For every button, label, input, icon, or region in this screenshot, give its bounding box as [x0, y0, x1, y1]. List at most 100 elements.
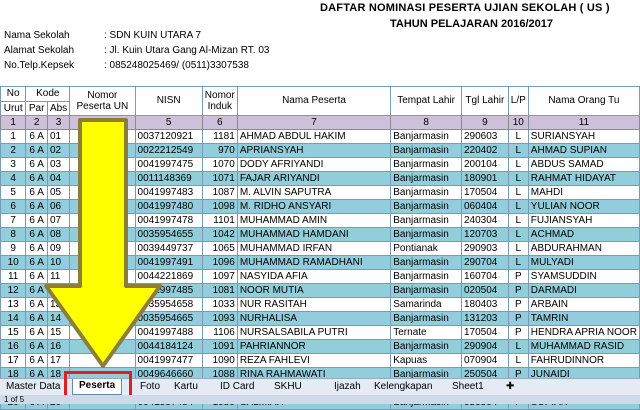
table-cell-ortu[interactable]: YULIAN NOOR [527, 199, 640, 214]
table-cell-ortu[interactable]: ACHMAD [527, 227, 640, 242]
col-header-nomor-induk[interactable]: Nomor Induk [201, 86, 238, 116]
table-cell-no[interactable]: 15 [0, 325, 27, 340]
column-number-cell[interactable]: 1 [0, 115, 27, 130]
table-cell-nama[interactable]: MUHAMMAD RAMADHANI [236, 255, 392, 270]
sheet-tab-kartu[interactable]: Kartu [168, 380, 204, 394]
table-cell-ortu[interactable]: ABDURAHMAN [527, 241, 640, 256]
table-cell-nama[interactable]: NASYIDA AFIA [236, 269, 392, 284]
table-cell-induk[interactable]: 1070 [201, 157, 238, 172]
table-cell-induk[interactable]: 1081 [201, 283, 238, 298]
table-cell-tempat[interactable]: Banjarmasin [390, 339, 462, 354]
table-cell-induk[interactable]: 1042 [201, 227, 238, 242]
sheet-tab-master-data[interactable]: Master Data [0, 380, 66, 394]
table-cell-nama[interactable]: APRIANSYAH [236, 143, 392, 158]
column-number-cell[interactable]: 6 [201, 115, 238, 130]
table-cell-tgl[interactable]: 290904 [460, 339, 509, 354]
table-cell-nama[interactable]: AHMAD ABDUL HAKIM [236, 129, 392, 144]
table-cell-tempat[interactable]: Banjarmasin [390, 185, 462, 200]
table-cell-ortu[interactable]: HENDRA APRIA NOOR [527, 325, 640, 340]
table-cell-no[interactable]: 4 [0, 171, 27, 186]
col-header-lp[interactable]: L/P [507, 86, 529, 116]
table-cell-induk[interactable]: 1071 [201, 171, 238, 186]
col-header-tgl[interactable]: Tgl Lahir [460, 86, 509, 116]
table-cell-induk[interactable]: 1091 [201, 339, 238, 354]
table-cell-induk[interactable]: 1097 [201, 269, 238, 284]
table-cell-tgl[interactable]: 290903 [460, 241, 509, 256]
table-cell-no[interactable]: 17 [0, 353, 27, 368]
table-cell-tempat[interactable]: Banjarmasin [390, 157, 462, 172]
table-cell-no[interactable]: 10 [0, 255, 27, 270]
table-cell-induk[interactable]: 1093 [201, 311, 238, 326]
column-number-cell[interactable]: 8 [390, 115, 462, 130]
table-cell-tempat[interactable]: Banjarmasin [390, 199, 462, 214]
sheet-tab-kelengkapan[interactable]: Kelengkapan [368, 380, 438, 394]
table-cell-lp[interactable]: P [507, 297, 529, 312]
table-cell-tgl[interactable]: 290704 [460, 255, 509, 270]
table-cell-tempat[interactable]: Ternate [390, 325, 462, 340]
table-cell-induk[interactable]: 1090 [201, 353, 238, 368]
column-number-cell[interactable]: 10 [507, 115, 529, 130]
col-header-nomor-peserta[interactable]: Nomor Peserta UN [69, 86, 136, 116]
table-cell-ortu[interactable]: MUHAMMAD RASID [527, 339, 640, 354]
table-cell-lp[interactable]: L [507, 255, 529, 270]
table-cell-nama[interactable]: MUHAMMAD AMIN [236, 213, 392, 228]
table-cell-tempat[interactable]: Samarinda [390, 297, 462, 312]
table-cell-ortu[interactable]: RAHMAT HIDAYAT [527, 171, 640, 186]
col-header-nisn[interactable]: NISN [134, 86, 203, 116]
table-cell-tgl[interactable]: 220402 [460, 143, 509, 158]
table-cell-nama[interactable]: DODY AFRIYANDI [236, 157, 392, 172]
table-cell-no[interactable]: 9 [0, 241, 27, 256]
table-cell-tgl[interactable]: 070904 [460, 353, 509, 368]
sheet-tab-ijazah[interactable]: Ijazah [328, 380, 367, 394]
col-header-nama[interactable]: Nama Peserta [236, 86, 392, 116]
table-cell-tgl[interactable]: 120703 [460, 227, 509, 242]
sheet-tab-skhu[interactable]: SKHU [268, 380, 308, 394]
col-header-no[interactable]: No [0, 86, 27, 102]
table-cell-tempat[interactable]: Banjarmasin [390, 143, 462, 158]
table-cell-ortu[interactable]: AHMAD SUPIAN [527, 143, 640, 158]
table-cell-nama[interactable]: M. RIDHO ANSYARI [236, 199, 392, 214]
table-cell-lp[interactable]: L [507, 241, 529, 256]
table-cell-tempat[interactable]: Banjarmasin [390, 171, 462, 186]
table-cell-tgl[interactable]: 160704 [460, 269, 509, 284]
table-cell-tempat[interactable]: Pontianak [390, 241, 462, 256]
table-cell-tgl[interactable]: 170504 [460, 185, 509, 200]
table-cell-tgl[interactable]: 131203 [460, 311, 509, 326]
table-cell-lp[interactable]: L [507, 339, 529, 354]
table-cell-induk[interactable]: 1106 [201, 325, 238, 340]
table-cell-nama[interactable]: NURSALSABILA PUTRI [236, 325, 392, 340]
table-cell-nama[interactable]: MUHAMMAD IRFAN [236, 241, 392, 256]
table-cell-induk[interactable]: 1033 [201, 297, 238, 312]
table-cell-nama[interactable]: NUR RASITAH [236, 297, 392, 312]
col-header-tempat[interactable]: Tempat Lahir [390, 86, 462, 116]
table-cell-tempat[interactable]: Kapuas [390, 353, 462, 368]
table-cell-tgl[interactable]: 240304 [460, 213, 509, 228]
table-cell-no[interactable]: 11 [0, 269, 27, 284]
table-cell-lp[interactable]: P [507, 325, 529, 340]
table-cell-no[interactable]: 7 [0, 213, 27, 228]
table-cell-nama[interactable]: M. ALVIN SAPUTRA [236, 185, 392, 200]
table-cell-ortu[interactable]: FAHRUDINNOR [527, 353, 640, 368]
table-cell-nama[interactable]: REZA FAHLEVI [236, 353, 392, 368]
table-cell-induk[interactable]: 1065 [201, 241, 238, 256]
table-cell-no[interactable]: 1 [0, 129, 27, 144]
table-cell-nama[interactable]: PAHRIANNOR [236, 339, 392, 354]
table-cell-ortu[interactable]: DARMADI [527, 283, 640, 298]
table-cell-no[interactable]: 3 [0, 157, 27, 172]
table-cell-tempat[interactable]: Banjarmasin [390, 255, 462, 270]
sheet-tab-foto[interactable]: Foto [134, 380, 166, 394]
table-cell-lp[interactable]: P [507, 311, 529, 326]
table-cell-induk[interactable]: 1098 [201, 199, 238, 214]
table-cell-nama[interactable]: FAJAR ARIYANDI [236, 171, 392, 186]
table-cell-ortu[interactable]: FUJIANSYAH [527, 213, 640, 228]
table-cell-tgl[interactable]: 180901 [460, 171, 509, 186]
table-cell-tempat[interactable]: Banjarmasin [390, 213, 462, 228]
column-number-cell[interactable]: 7 [236, 115, 392, 130]
table-cell-lp[interactable]: L [507, 185, 529, 200]
table-cell-ortu[interactable]: MAHDI [527, 185, 640, 200]
insert-sheet-icon[interactable]: ✚ [500, 380, 520, 394]
table-cell-tgl[interactable]: 060404 [460, 199, 509, 214]
table-cell-no[interactable]: 8 [0, 227, 27, 242]
table-cell-lp[interactable]: L [507, 227, 529, 242]
table-cell-tempat[interactable]: Banjarmasin [390, 227, 462, 242]
